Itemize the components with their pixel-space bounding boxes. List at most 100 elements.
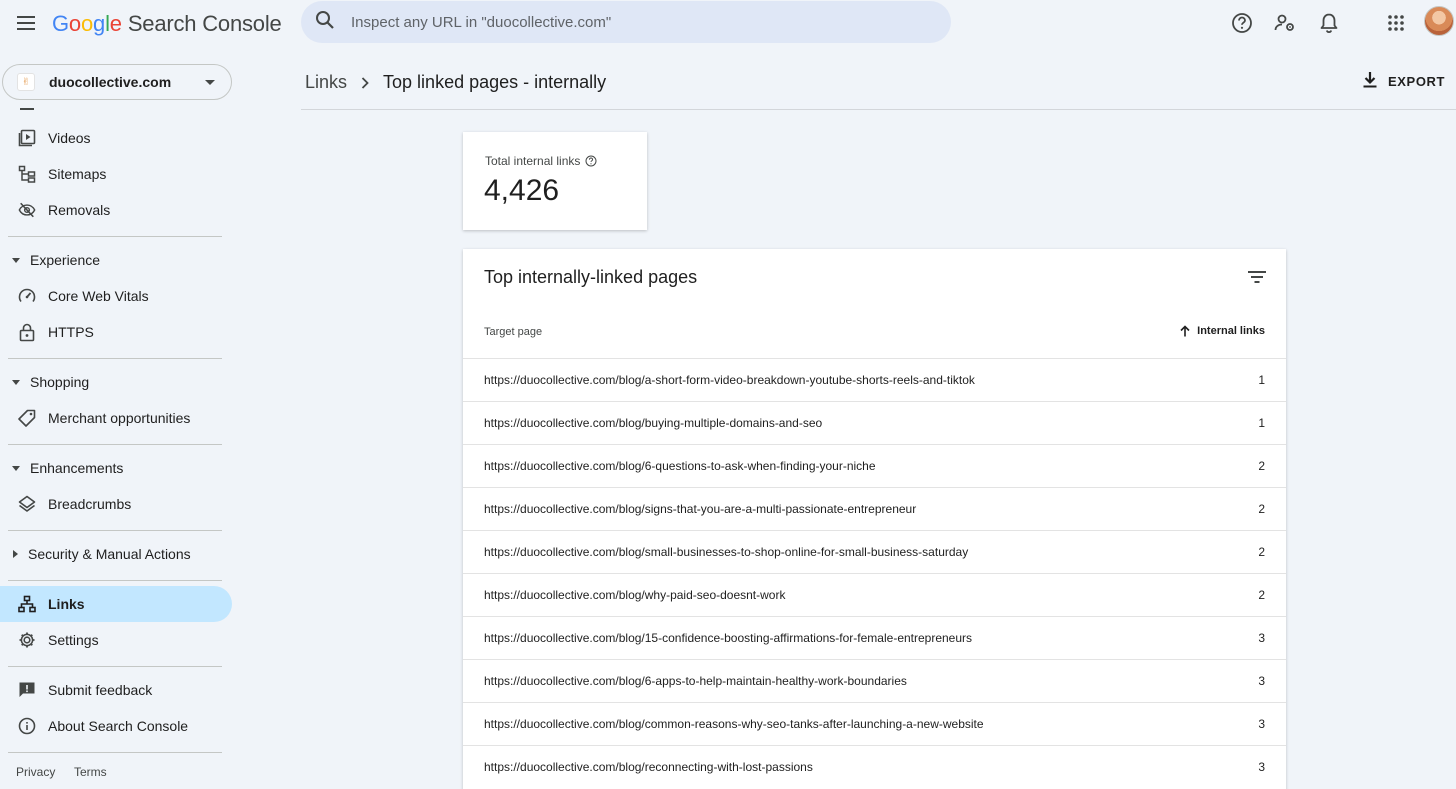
page-title: Top linked pages - internally [383, 72, 607, 92]
total-label: Total internal links [485, 154, 581, 168]
internal-links-count: 3 [1258, 631, 1265, 645]
sidebar-item-core-web-vitals[interactable]: Core Web Vitals [0, 278, 232, 314]
url-inspection-search[interactable] [301, 1, 951, 43]
table-row[interactable]: https://duocollective.com/blog/buying-mu… [463, 401, 1286, 444]
internal-links-count: 3 [1258, 674, 1265, 688]
user-settings-icon[interactable] [1272, 10, 1298, 36]
links-network-icon [18, 595, 36, 613]
notifications-bell-icon[interactable] [1316, 10, 1342, 36]
sidebar-item-settings[interactable]: Settings [0, 622, 232, 658]
sidebar-divider [8, 236, 222, 237]
table-row[interactable]: https://duocollective.com/blog/15-confid… [463, 616, 1286, 659]
target-page-url[interactable]: https://duocollective.com/blog/reconnect… [484, 760, 813, 774]
table-title: Top internally-linked pages [484, 267, 698, 287]
partially-hidden-nav-icon [20, 100, 34, 110]
internal-links-count: 2 [1258, 502, 1265, 516]
column-header-target-page[interactable]: Target page [484, 326, 542, 338]
sidebar-item-about[interactable]: About Search Console [0, 708, 232, 744]
total-value: 4,426 [484, 174, 560, 207]
sidebar-divider [8, 530, 222, 531]
eye-off-icon [18, 201, 36, 219]
chevron-right-icon [361, 76, 369, 89]
property-favicon-icon: ✌ [17, 73, 35, 91]
header-divider [301, 109, 1456, 110]
target-page-url[interactable]: https://duocollective.com/blog/a-short-f… [484, 373, 975, 387]
sort-arrow-up-icon [1180, 325, 1190, 337]
sidebar-item-https[interactable]: HTTPS [0, 314, 232, 350]
feedback-icon [18, 681, 36, 699]
table-row[interactable]: https://duocollective.com/blog/6-apps-to… [463, 659, 1286, 702]
internal-links-count: 2 [1258, 459, 1265, 473]
info-icon [18, 717, 36, 735]
product-name: Search Console [127, 11, 282, 36]
sidebar-item-removals[interactable]: Removals [0, 192, 232, 228]
column-header-internal-links[interactable]: Internal links [1180, 325, 1265, 337]
internal-links-count: 3 [1258, 760, 1265, 774]
target-page-url[interactable]: https://duocollective.com/blog/small-bus… [484, 545, 968, 559]
sidebar-item-sitemaps[interactable]: Sitemaps [0, 156, 232, 192]
target-page-url[interactable]: https://duocollective.com/blog/15-confid… [484, 631, 972, 645]
sidebar-section-security-manual-actions[interactable]: Security & Manual Actions [0, 538, 232, 570]
tag-icon [18, 409, 36, 427]
target-page-url[interactable]: https://duocollective.com/blog/common-re… [484, 717, 984, 731]
filter-icon[interactable] [1245, 265, 1269, 289]
total-label-row: Total internal links [485, 154, 597, 168]
table-row[interactable]: https://duocollective.com/blog/small-bus… [463, 530, 1286, 573]
sitemap-icon [18, 165, 36, 183]
internal-links-count: 2 [1258, 588, 1265, 602]
table-row[interactable]: https://duocollective.com/blog/a-short-f… [463, 358, 1286, 401]
help-icon[interactable] [1229, 10, 1255, 36]
terms-link[interactable]: Terms [74, 765, 107, 779]
sidebar-divider [8, 666, 222, 667]
table-row[interactable]: https://duocollective.com/blog/6-questio… [463, 444, 1286, 487]
target-page-url[interactable]: https://duocollective.com/blog/signs-tha… [484, 502, 916, 516]
target-page-url[interactable]: https://duocollective.com/blog/6-questio… [484, 459, 876, 473]
search-console-logo[interactable]: Google Search Console [52, 11, 282, 37]
download-icon [1362, 71, 1378, 92]
help-circle-icon[interactable] [585, 155, 597, 167]
expand-triangle-icon [12, 465, 20, 471]
video-pages-icon [18, 129, 36, 147]
sidebar-item-videos[interactable]: Videos [0, 120, 232, 156]
target-page-url[interactable]: https://duocollective.com/blog/6-apps-to… [484, 674, 907, 688]
google-apps-grid-icon[interactable] [1383, 10, 1409, 36]
table-row[interactable]: https://duocollective.com/blog/signs-tha… [463, 487, 1286, 530]
sidebar-item-submit-feedback[interactable]: Submit feedback [0, 672, 232, 708]
expand-triangle-icon [12, 379, 20, 385]
main-menu-icon[interactable] [14, 10, 40, 36]
table-row[interactable]: https://duocollective.com/blog/why-paid-… [463, 573, 1286, 616]
chevron-down-icon [205, 80, 215, 85]
sidebar-section-shopping[interactable]: Shopping [0, 366, 232, 398]
sidebar-divider [8, 358, 222, 359]
url-inspection-input[interactable] [351, 13, 911, 31]
internal-links-count: 1 [1258, 416, 1265, 430]
sidebar-section-experience[interactable]: Experience [0, 244, 232, 276]
property-name: duocollective.com [49, 74, 172, 90]
table-row[interactable]: https://duocollective.com/blog/reconnect… [463, 745, 1286, 788]
breadcrumb-links[interactable]: Links [305, 72, 347, 93]
property-selector[interactable]: ✌ duocollective.com [2, 64, 232, 100]
layers-icon [18, 495, 36, 513]
sidebar-section-enhancements[interactable]: Enhancements [0, 452, 232, 484]
table-body: https://duocollective.com/blog/a-short-f… [463, 358, 1286, 788]
sidebar-item-merchant-opportunities[interactable]: Merchant opportunities [0, 400, 232, 436]
sidebar-divider [8, 580, 222, 581]
gear-icon [18, 631, 36, 649]
sidebar-divider [8, 444, 222, 445]
expand-triangle-icon [12, 257, 20, 263]
table-row[interactable]: https://duocollective.com/blog/common-re… [463, 702, 1286, 745]
export-button[interactable]: EXPORT [1362, 68, 1445, 94]
target-page-url[interactable]: https://duocollective.com/blog/why-paid-… [484, 588, 785, 602]
speedometer-icon [18, 287, 36, 305]
top-linked-pages-table-card: Top internally-linked pages Target page … [463, 249, 1286, 789]
breadcrumb: Links Top linked pages - internally [305, 72, 606, 93]
sidebar-item-links[interactable]: Links [0, 586, 232, 622]
internal-links-count: 3 [1258, 717, 1265, 731]
top-app-bar: Google Search Console [0, 0, 1456, 48]
privacy-link[interactable]: Privacy [16, 765, 55, 779]
sidebar-item-breadcrumbs[interactable]: Breadcrumbs [0, 486, 232, 522]
account-avatar[interactable] [1424, 6, 1454, 36]
sidebar-nav: Videos Sitemaps Removals Experience Core… [0, 100, 240, 789]
collapsed-triangle-icon [13, 550, 18, 558]
target-page-url[interactable]: https://duocollective.com/blog/buying-mu… [484, 416, 822, 430]
